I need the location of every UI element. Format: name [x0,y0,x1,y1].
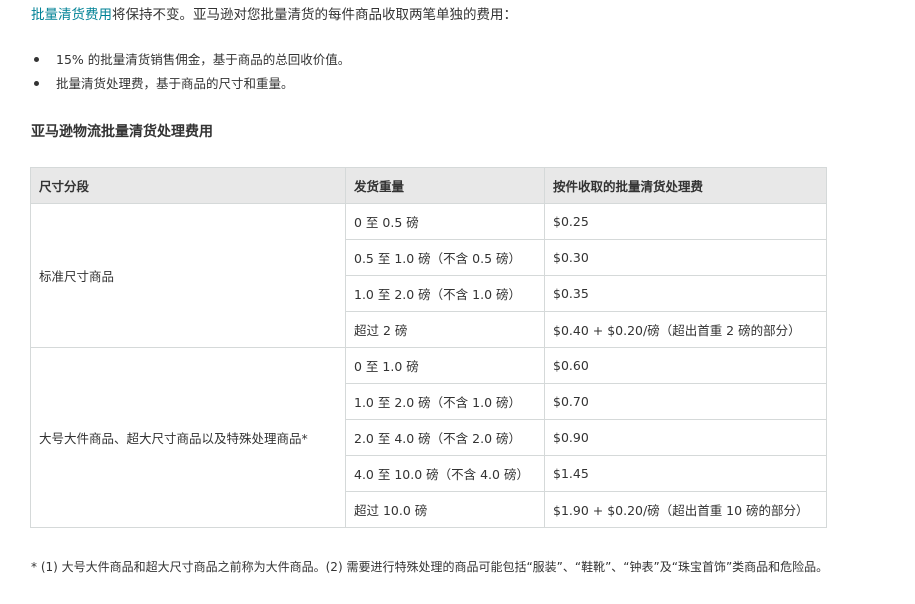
weight-cell: 4.0 至 10.0 磅（不含 4.0 磅） [345,455,545,492]
fee-cell: $0.60 [544,347,827,384]
list-item: 批量清货处理费，基于商品的尺寸和重量。 [31,73,350,97]
weight-cell: 2.0 至 4.0 磅（不含 2.0 磅） [345,419,545,456]
fee-cell: $0.25 [544,203,827,240]
column-header-size-tier: 尺寸分段 [30,167,346,204]
fee-cell: $0.35 [544,275,827,312]
weight-cell: 超过 10.0 磅 [345,491,545,528]
fee-bullet-list: 15% 的批量清货销售佣金，基于商品的总回收价值。 批量清货处理费，基于商品的尺… [31,49,350,97]
weight-cell: 1.0 至 2.0 磅（不含 1.0 磅） [345,275,545,312]
removal-fee-table: 尺寸分段 发货重量 按件收取的批量清货处理费 标准尺寸商品 0 至 0.5 磅 … [30,167,827,528]
list-item: 15% 的批量清货销售佣金，基于商品的总回收价值。 [31,49,350,73]
weight-cell: 超过 2 磅 [345,311,545,348]
column-header-fee: 按件收取的批量清货处理费 [544,167,827,204]
table-row: 大号大件商品、超大尺寸商品以及特殊处理商品* 0 至 1.0 磅 $0.60 [30,347,827,528]
weight-cell: 1.0 至 2.0 磅（不含 1.0 磅） [345,383,545,420]
fee-cell: $0.70 [544,383,827,420]
size-tier-cell: 标准尺寸商品 [30,203,346,348]
intro-paragraph: 批量清货费用将保持不变。亚马逊对您批量清货的每件商品收取两笔单独的费用： [31,5,517,25]
fee-cell: $0.90 [544,419,827,456]
column-header-shipping-weight: 发货重量 [345,167,545,204]
size-tier-cell: 大号大件商品、超大尺寸商品以及特殊处理商品* [30,347,346,528]
section-title: 亚马逊物流批量清货处理费用 [31,124,213,140]
weight-cell: 0 至 1.0 磅 [345,347,545,384]
intro-text: 将保持不变。亚马逊对您批量清货的每件商品收取两笔单独的费用： [112,7,517,23]
table-header-row: 尺寸分段 发货重量 按件收取的批量清货处理费 [30,167,827,204]
bulk-removal-fee-link[interactable]: 批量清货费用 [31,7,112,23]
fee-cell: $0.30 [544,239,827,276]
weight-cell: 0 至 0.5 磅 [345,203,545,240]
table-row: 标准尺寸商品 0 至 0.5 磅 $0.25 [30,203,827,348]
fee-cell: $1.90 + $0.20/磅（超出首重 10 磅的部分） [544,491,827,528]
fee-cell: $1.45 [544,455,827,492]
fee-cell: $0.40 + $0.20/磅（超出首重 2 磅的部分） [544,311,827,348]
footnote: * (1) 大号大件商品和超大尺寸商品之前称为大件商品。(2) 需要进行特殊处理… [31,560,829,574]
weight-cell: 0.5 至 1.0 磅（不含 0.5 磅） [345,239,545,276]
